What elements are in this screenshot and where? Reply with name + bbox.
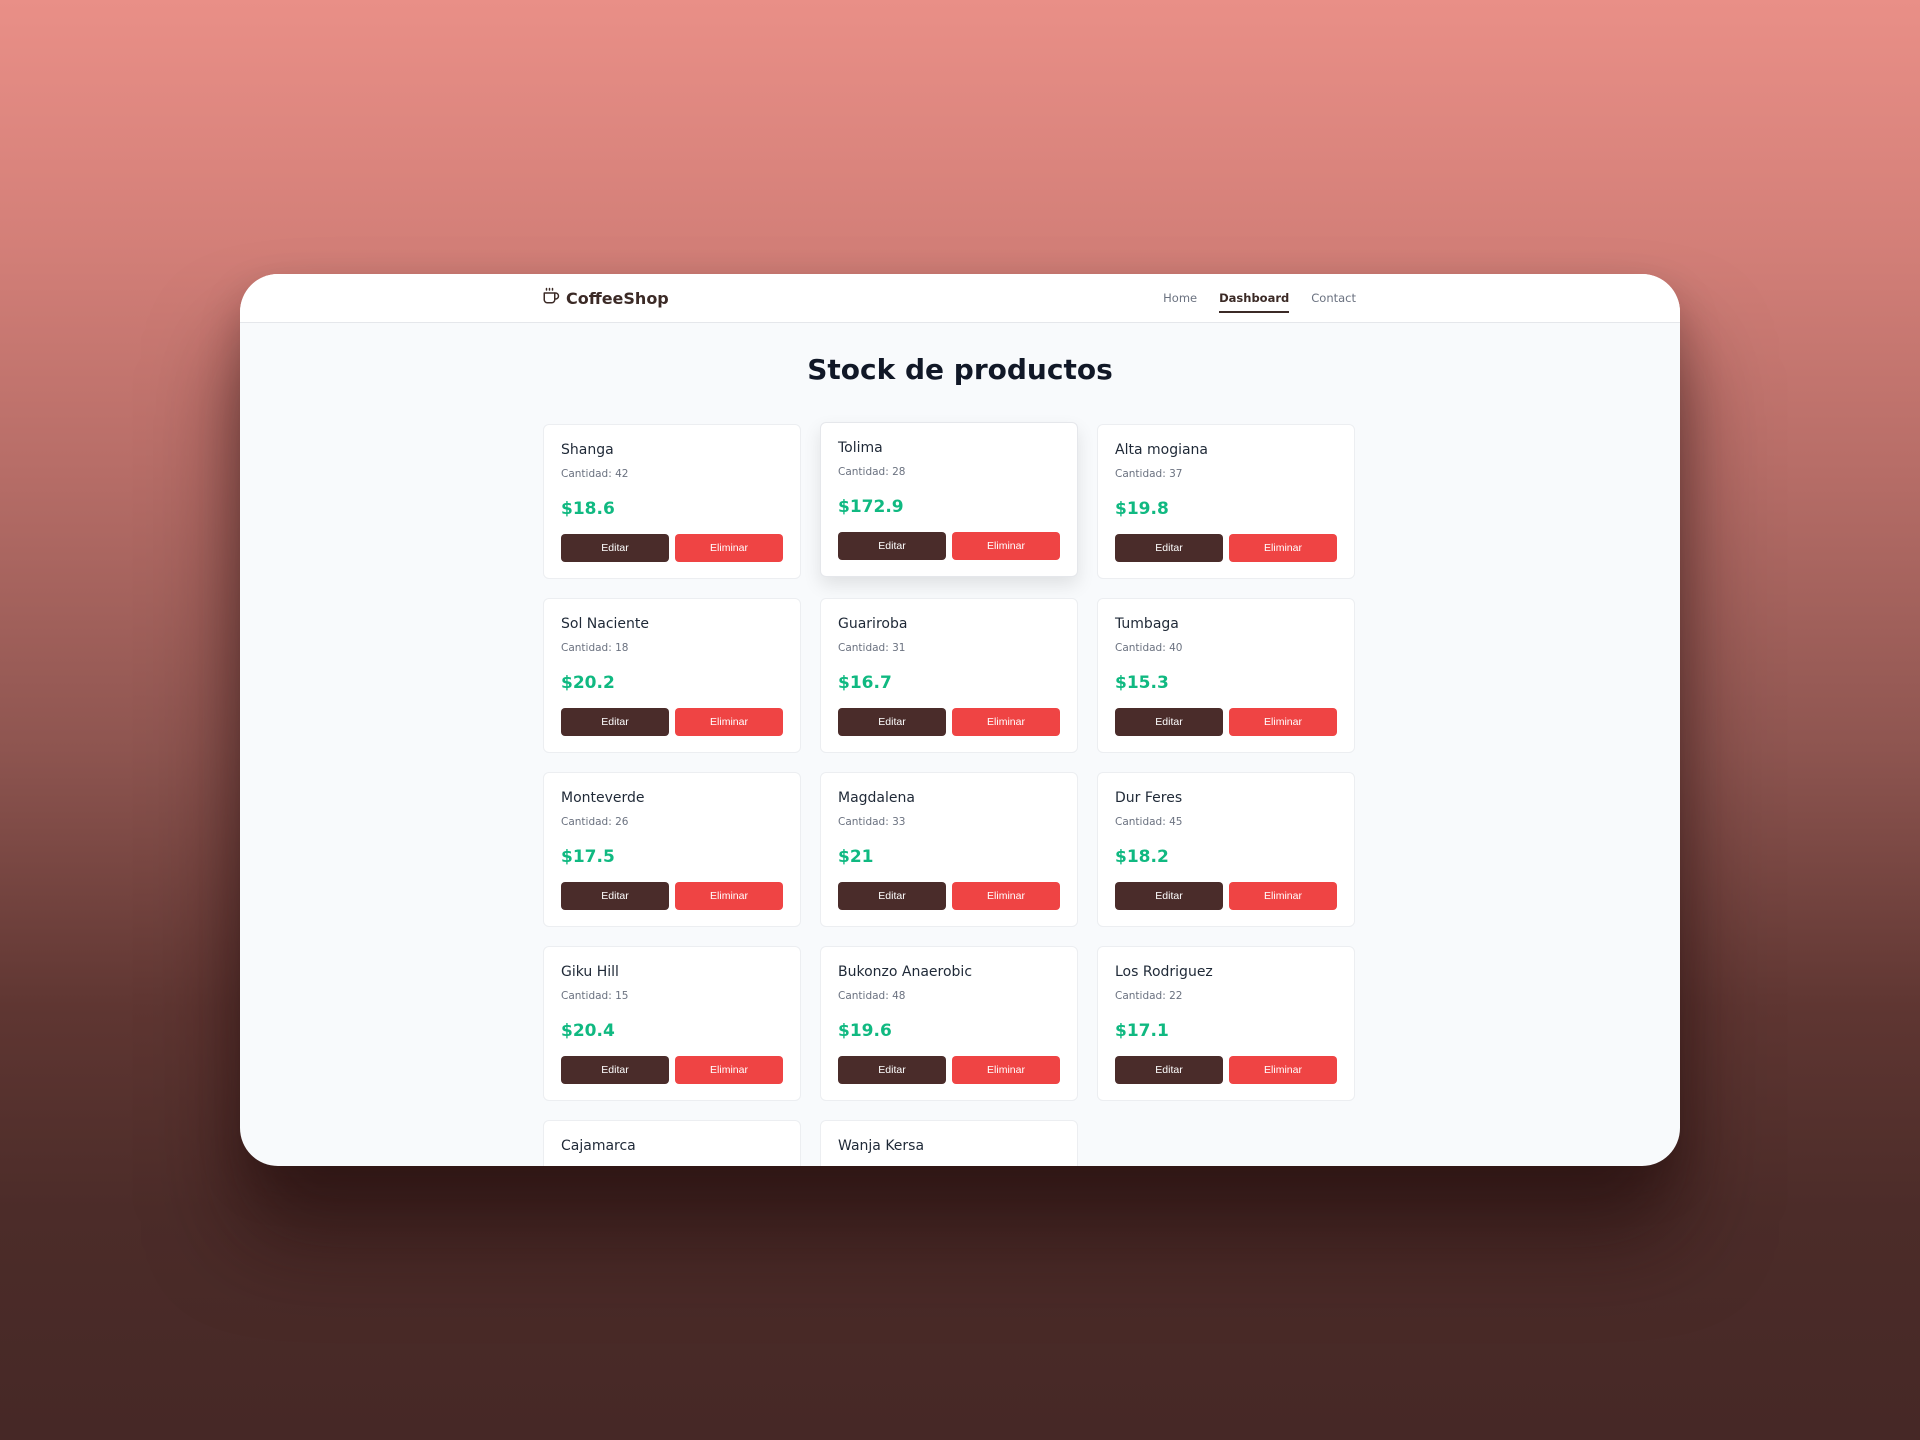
product-card: Sol Naciente Cantidad: 18 $20.2 Editar Elimi… [543, 598, 801, 753]
product-price: $18.6 [561, 499, 615, 519]
product-card: Cajamarca [543, 1120, 801, 1166]
product-card: Shanga Cantidad: 42 $18.6 Editar Eliminar [543, 424, 801, 579]
product-card: Tolima Cantidad: 28 $172.9 Editar Eliminar [820, 422, 1078, 577]
product-price: $172.9 [838, 497, 904, 517]
delete-button[interactable]: Eliminar [675, 708, 783, 736]
nav-contact-link[interactable]: Contact [1311, 291, 1356, 313]
product-card: Alta mogiana Cantidad: 37 $19.8 Editar Elimi… [1097, 424, 1355, 579]
edit-button[interactable]: Editar [1115, 882, 1223, 910]
product-quantity: Cantidad: 31 [838, 642, 906, 654]
card-actions: Editar Eliminar [838, 708, 1060, 736]
product-name: Monteverde [561, 790, 645, 806]
product-name: Tumbaga [1115, 616, 1179, 632]
product-quantity: Cantidad: 48 [838, 990, 906, 1002]
card-actions: Editar Eliminar [561, 534, 783, 562]
product-name: Giku Hill [561, 964, 619, 980]
edit-button[interactable]: Editar [561, 882, 669, 910]
edit-button[interactable]: Editar [838, 532, 946, 560]
delete-button[interactable]: Eliminar [675, 882, 783, 910]
product-name: Magdalena [838, 790, 915, 806]
product-quantity: Cantidad: 15 [561, 990, 629, 1002]
app-window: CoffeeShop Home Dashboard Contact Stock … [240, 274, 1680, 1166]
product-quantity: Cantidad: 33 [838, 816, 906, 828]
edit-button[interactable]: Editar [838, 708, 946, 736]
delete-button[interactable]: Eliminar [675, 1056, 783, 1084]
product-name: Cajamarca [561, 1138, 636, 1154]
card-actions: Editar Eliminar [1115, 534, 1337, 562]
product-price: $19.6 [838, 1021, 892, 1041]
delete-button[interactable]: Eliminar [1229, 708, 1337, 736]
product-quantity: Cantidad: 18 [561, 642, 629, 654]
delete-button[interactable]: Eliminar [1229, 534, 1337, 562]
product-card: Magdalena Cantidad: 33 $21 Editar Eliminar [820, 772, 1078, 927]
edit-button[interactable]: Editar [561, 534, 669, 562]
product-quantity: Cantidad: 40 [1115, 642, 1183, 654]
edit-button[interactable]: Editar [838, 1056, 946, 1084]
product-name: Sol Naciente [561, 616, 650, 632]
product-card: Dur Feres Cantidad: 45 $18.2 Editar Eliminar [1097, 772, 1355, 927]
product-card: Wanja Kersa [820, 1120, 1078, 1166]
product-name: Guariroba [838, 616, 908, 632]
coffee-cup-icon [542, 287, 560, 309]
product-quantity: Cantidad: 37 [1115, 468, 1183, 480]
main-nav: Home Dashboard Contact [1163, 291, 1356, 313]
product-card: Monteverde Cantidad: 26 $17.5 Editar Elimina… [543, 772, 801, 927]
edit-button[interactable]: Editar [561, 1056, 669, 1084]
card-actions: Editar Eliminar [561, 1056, 783, 1084]
product-card: Giku Hill Cantidad: 15 $20.4 Editar Eliminar [543, 946, 801, 1101]
card-actions: Editar Eliminar [838, 1056, 1060, 1084]
product-price: $21 [838, 847, 874, 867]
product-price: $16.7 [838, 673, 892, 693]
product-price: $15.3 [1115, 673, 1169, 693]
delete-button[interactable]: Eliminar [952, 882, 1060, 910]
card-actions: Editar Eliminar [838, 882, 1060, 910]
product-quantity: Cantidad: 42 [561, 468, 629, 480]
card-actions: Editar Eliminar [561, 882, 783, 910]
product-price: $18.2 [1115, 847, 1169, 867]
product-card: Bukonzo Anaerobic Cantidad: 48 $19.6 Editar… [820, 946, 1078, 1101]
edit-button[interactable]: Editar [1115, 708, 1223, 736]
product-name: Los Rodriguez [1115, 964, 1213, 980]
delete-button[interactable]: Eliminar [675, 534, 783, 562]
product-quantity: Cantidad: 26 [561, 816, 629, 828]
card-actions: Editar Eliminar [838, 532, 1060, 560]
edit-button[interactable]: Editar [561, 708, 669, 736]
delete-button[interactable]: Eliminar [1229, 882, 1337, 910]
product-name: Bukonzo Anaerobic [838, 964, 973, 980]
product-quantity: Cantidad: 22 [1115, 990, 1183, 1002]
product-price: $17.5 [561, 847, 615, 867]
product-name: Alta mogiana [1115, 442, 1208, 458]
delete-button[interactable]: Eliminar [952, 1056, 1060, 1084]
edit-button[interactable]: Editar [838, 882, 946, 910]
nav-dashboard-link[interactable]: Dashboard [1219, 291, 1290, 313]
product-price: $20.4 [561, 1021, 615, 1041]
product-price: $20.2 [561, 673, 615, 693]
delete-button[interactable]: Eliminar [952, 708, 1060, 736]
product-name: Dur Feres [1115, 790, 1183, 806]
edit-button[interactable]: Editar [1115, 1056, 1223, 1084]
product-card: Los Rodriguez Cantidad: 22 $17.1 Editar Elim… [1097, 946, 1355, 1101]
card-actions: Editar Eliminar [1115, 708, 1337, 736]
product-quantity: Cantidad: 45 [1115, 816, 1183, 828]
brand-logo[interactable]: CoffeeShop [542, 287, 669, 309]
product-price: $17.1 [1115, 1021, 1169, 1041]
delete-button[interactable]: Eliminar [952, 532, 1060, 560]
product-grid: Shanga Cantidad: 42 $18.6 Editar Eliminar Tol… [543, 422, 1357, 1166]
product-card: Tumbaga Cantidad: 40 $15.3 Editar Eliminar [1097, 598, 1355, 753]
product-name: Tolima [838, 440, 883, 456]
product-price: $19.8 [1115, 499, 1169, 519]
nav-home-link[interactable]: Home [1163, 291, 1197, 313]
delete-button[interactable]: Eliminar [1229, 1056, 1337, 1084]
card-actions: Editar Eliminar [1115, 1056, 1337, 1084]
edit-button[interactable]: Editar [1115, 534, 1223, 562]
card-actions: Editar Eliminar [1115, 882, 1337, 910]
card-actions: Editar Eliminar [561, 708, 783, 736]
navbar: CoffeeShop Home Dashboard Contact [240, 274, 1680, 323]
page-title: Stock de productos [807, 353, 1113, 386]
brand-name: CoffeeShop [566, 288, 669, 308]
product-name: Shanga [561, 442, 614, 458]
product-card: Guariroba Cantidad: 31 $16.7 Editar Eliminar [820, 598, 1078, 753]
product-name: Wanja Kersa [838, 1138, 925, 1154]
product-quantity: Cantidad: 28 [838, 466, 906, 478]
